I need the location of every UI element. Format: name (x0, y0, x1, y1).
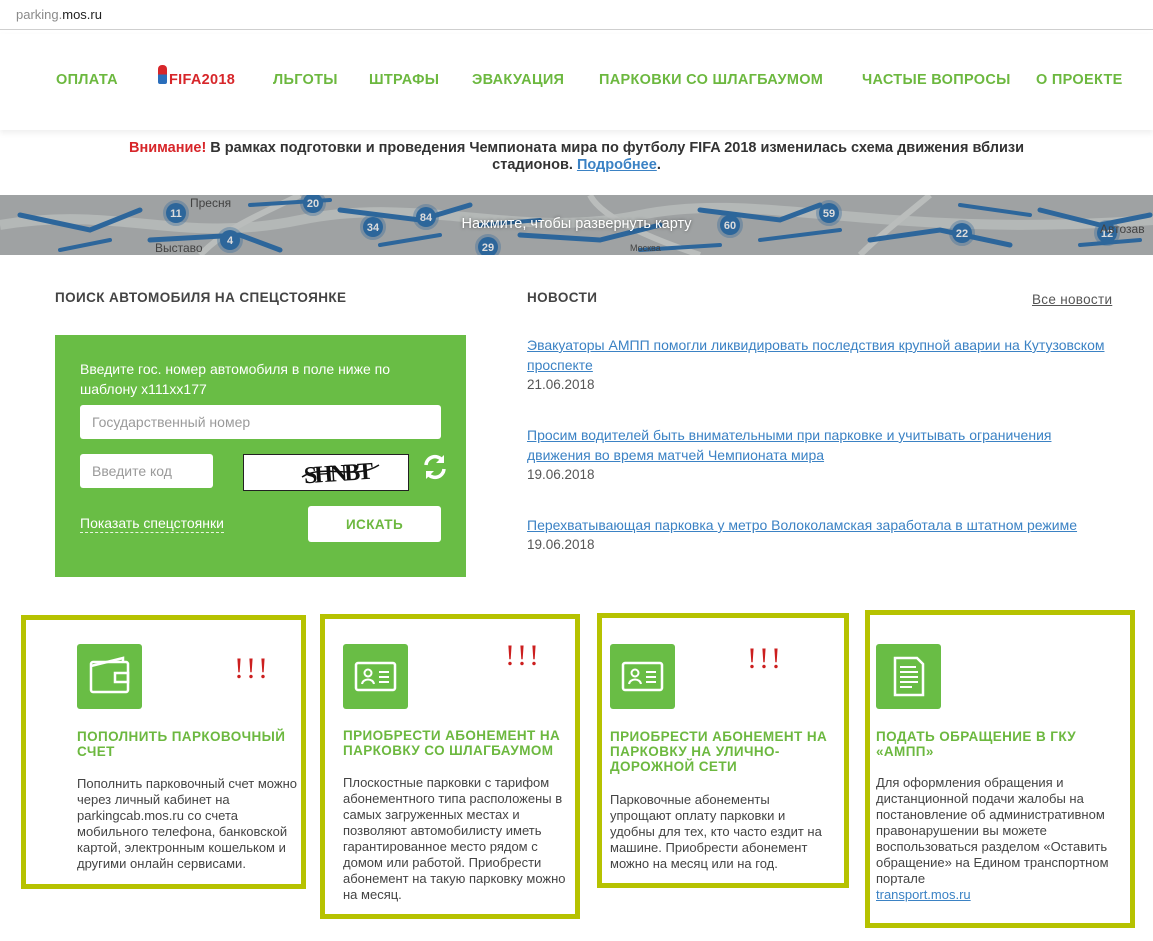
news-item: Эвакуаторы АМПП помогли ликвидировать по… (527, 335, 1117, 395)
alert-text: В рамках подготовки и проведения Чемпион… (206, 140, 1025, 156)
card-title: ПОПОЛНИТЬ ПАРКОВОЧНЫЙ СЧЕТ (77, 729, 286, 759)
attention-mark: !!! (747, 642, 783, 675)
transport-portal-link[interactable]: transport.mos.ru (876, 887, 971, 902)
card-submit-appeal[interactable]: ПОДАТЬ ОБРАЩЕНИЕ В ГКУ «АМПП» Для оформл… (865, 610, 1135, 928)
parking-map-preview[interactable]: 11 4 20 34 84 29 60 59 22 12 Пресня Выст… (0, 195, 1153, 255)
nav-item-fifa-label: FIFA2018 (169, 72, 236, 88)
refresh-captcha-icon[interactable] (421, 453, 449, 486)
captcha-image: SHNBT (243, 454, 409, 491)
card-text-body: Для оформления обращения и дистанционной… (876, 775, 1109, 886)
url-subdomain: parking. (16, 7, 63, 22)
card-title: ПРИОБРЕСТИ АБОНЕМЕНТ НА ПАРКОВКУ СО ШЛАГ… (343, 728, 561, 758)
card-text: Для оформления обращения и дистанционной… (876, 775, 1111, 903)
card-top-up-account[interactable]: !!! ПОПОЛНИТЬ ПАРКОВОЧНЫЙ СЧЕТ Пополнить… (21, 615, 306, 889)
card-barrier-subscription[interactable]: !!! ПРИОБРЕСТИ АБОНЕМЕНТ НА ПАРКОВКУ СО … (320, 614, 580, 919)
news-item: Перехватывающая парковка у метро Волокол… (527, 515, 1117, 555)
wallet-icon (77, 644, 142, 709)
card-text: Плоскостные парковки с тарифом абонемент… (343, 775, 566, 902)
nav-item-about[interactable]: О ПРОЕКТЕ (1036, 72, 1123, 88)
attention-mark: !!! (234, 652, 270, 685)
alert-more-link[interactable]: Подробнее (577, 157, 657, 173)
search-section-title: ПОИСК АВТОМОБИЛЯ НА СПЕЦСТОЯНКЕ (55, 290, 347, 305)
all-news-link[interactable]: Все новости (1032, 292, 1112, 307)
news-link[interactable]: Эвакуаторы АМПП помогли ликвидировать по… (527, 337, 1104, 373)
url-text[interactable]: parking.mos.ru (16, 7, 102, 22)
url-domain: mos.ru (62, 7, 102, 22)
news-link[interactable]: Перехватывающая парковка у метро Волокол… (527, 517, 1077, 533)
id-card-icon (343, 644, 408, 709)
news-link[interactable]: Просим водителей быть внимательными при … (527, 427, 1051, 463)
attention-mark: !!! (505, 639, 541, 672)
fifa-alert: Внимание! В рамках подготовки и проведен… (0, 140, 1153, 174)
search-button[interactable]: ИСКАТЬ (308, 506, 441, 542)
news-section-title: НОВОСТИ (527, 290, 598, 305)
fifa-trophy-icon (158, 65, 167, 84)
alert-lead: Внимание! (128, 140, 207, 156)
id-card-icon (610, 644, 675, 709)
captcha-text: SHNBT (303, 459, 374, 490)
nav-item-benefits[interactable]: ЛЬГОТЫ (273, 72, 338, 88)
news-item: Просим водителей быть внимательными при … (527, 425, 1117, 485)
nav-item-payment[interactable]: ОПЛАТА (56, 72, 118, 88)
card-text: Пополнить парковочный счет можно через л… (77, 776, 297, 871)
nav-item-barrier-parking[interactable]: ПАРКОВКИ СО ШЛАГБАУМОМ (599, 72, 823, 88)
card-text: Парковочные абонементы упрощают оплату п… (610, 792, 822, 871)
map-expand-caption: Нажмите, чтобы развернуть карту (461, 216, 692, 232)
news-date: 19.06.2018 (527, 537, 595, 552)
vehicle-search-panel: Введите гос. номер автомобиля в поле ниж… (55, 335, 466, 577)
captcha-code-input[interactable]: Введите код (80, 454, 213, 488)
news-date: 19.06.2018 (527, 467, 595, 482)
nav-item-faq[interactable]: ЧАСТЫЕ ВОПРОСЫ (862, 72, 1011, 88)
news-date: 21.06.2018 (527, 377, 595, 392)
nav-item-evacuation[interactable]: ЭВАКУАЦИЯ (472, 72, 564, 88)
alert-text-2: стадионов. (492, 157, 577, 173)
search-hint: Введите гос. номер автомобиля в поле ниж… (80, 361, 391, 397)
captcha-graphic: SHNBT (301, 459, 380, 490)
document-icon (876, 644, 941, 709)
browser-address-bar[interactable]: parking.mos.ru (0, 0, 1153, 30)
card-title: ПОДАТЬ ОБРАЩЕНИЕ В ГКУ «АМПП» (876, 729, 1077, 759)
nav-item-fines[interactable]: ШТРАФЫ (369, 72, 439, 88)
plate-number-input[interactable]: Государственный номер (80, 405, 441, 439)
nav-item-fifa2018[interactable]: FIFA2018 (158, 65, 236, 88)
main-nav: ОПЛАТА FIFA2018 ЛЬГОТЫ ШТРАФЫ ЭВАКУАЦИЯ … (0, 34, 1153, 130)
card-street-subscription[interactable]: !!! ПРИОБРЕСТИ АБОНЕМЕНТ НА ПАРКОВКУ НА … (597, 613, 849, 888)
alert-end: . (656, 157, 661, 173)
show-impound-lots-link[interactable]: Показать спецстоянки (80, 515, 224, 533)
card-title: ПРИОБРЕСТИ АБОНЕМЕНТ НА ПАРКОВКУ НА УЛИЧ… (610, 729, 828, 774)
